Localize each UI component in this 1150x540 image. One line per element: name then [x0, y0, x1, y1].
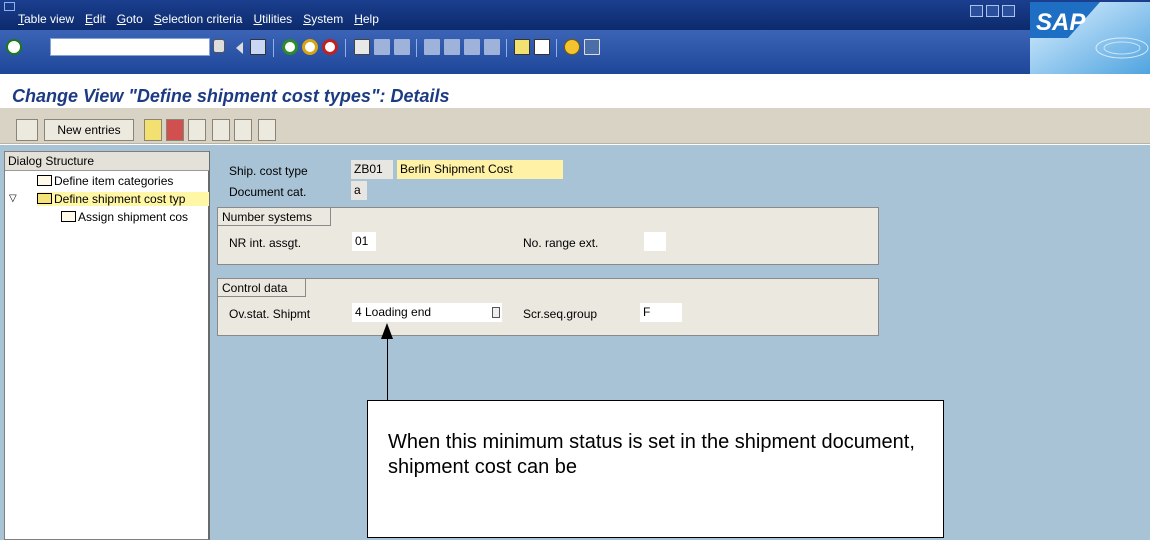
- toolbar-separator: [273, 39, 274, 57]
- value-help-icon[interactable]: [492, 307, 500, 318]
- folder-icon: [61, 211, 76, 222]
- main-area: Dialog Structure Define item categories …: [0, 145, 1150, 540]
- number-systems-title: Number systems: [218, 208, 332, 226]
- menu-help[interactable]: Help: [354, 12, 379, 26]
- close-icon[interactable]: [1002, 5, 1015, 17]
- find-icon[interactable]: [374, 39, 390, 55]
- help-icon[interactable]: [564, 39, 580, 55]
- menu-edit[interactable]: Edit: [85, 12, 106, 26]
- menu-table-view[interactable]: Table view: [18, 12, 74, 26]
- nr-int-assgt-input[interactable]: 01: [352, 232, 376, 251]
- back-icon[interactable]: [282, 39, 298, 55]
- expand-triangle-icon[interactable]: ▽: [9, 193, 17, 204]
- control-data-title: Control data: [218, 279, 307, 297]
- next-entry-icon[interactable]: [234, 119, 252, 141]
- control-data-group: Control data Ov.stat. Shipmt 4 Loading e…: [217, 278, 879, 336]
- document-cat-label: Document cat.: [229, 185, 307, 199]
- tree-item-label: Define item categories: [54, 174, 174, 188]
- last-page-icon[interactable]: [484, 39, 500, 55]
- annotation-callout: When this minimum status is set in the s…: [367, 400, 944, 538]
- undo-change-icon[interactable]: [188, 119, 206, 141]
- copy-as-icon[interactable]: [144, 119, 162, 141]
- delete-icon[interactable]: [166, 119, 184, 141]
- scr-seq-group-input[interactable]: F: [640, 303, 682, 322]
- nr-int-assgt-label: NR int. assgt.: [229, 236, 302, 250]
- create-session-icon[interactable]: [514, 39, 530, 55]
- back-arrow-icon[interactable]: [236, 42, 243, 54]
- find-next-icon[interactable]: [394, 39, 410, 55]
- command-history-icon[interactable]: [213, 39, 225, 53]
- page-title: Change View "Define shipment cost types"…: [12, 86, 450, 106]
- dialog-structure-header: Dialog Structure: [5, 152, 209, 171]
- scr-seq-group-label: Scr.seq.group: [523, 307, 598, 321]
- number-systems-group: Number systems NR int. assgt. 01 No. ran…: [217, 207, 879, 265]
- system-menu-icon[interactable]: [4, 2, 15, 11]
- ship-cost-type-label: Ship. cost type: [229, 164, 308, 178]
- open-folder-icon: [37, 193, 52, 204]
- ship-cost-type-description: Berlin Shipment Cost: [397, 160, 563, 179]
- menu-bar: Table view Edit Goto Selection criteria …: [0, 0, 1150, 30]
- sap-logo-text: SAP: [1036, 9, 1086, 36]
- toolbar-separator: [345, 39, 346, 57]
- tree-item-assign-shipment-cost[interactable]: Assign shipment cos: [61, 210, 209, 224]
- previous-page-icon[interactable]: [444, 39, 460, 55]
- menu-goto[interactable]: Goto: [117, 12, 143, 26]
- dialog-structure-panel: Dialog Structure Define item categories …: [4, 151, 210, 540]
- no-range-ext-input[interactable]: [644, 232, 666, 251]
- ov-stat-shipmt-select[interactable]: 4 Loading end: [352, 303, 502, 322]
- toolbar-separator: [556, 39, 557, 57]
- exit-icon[interactable]: [302, 39, 318, 55]
- sap-logo: SAP: [1030, 2, 1150, 74]
- menu-utilities[interactable]: Utilities: [253, 12, 292, 26]
- menu-system[interactable]: System: [303, 12, 343, 26]
- tree-item-define-item-categories[interactable]: Define item categories: [37, 174, 173, 188]
- callout-arrow-head: [381, 323, 393, 339]
- menu-list: Table view Edit Goto Selection criteria …: [18, 12, 390, 26]
- ship-cost-type-field: ZB01: [351, 160, 393, 179]
- folder-icon: [37, 175, 52, 186]
- display-change-icon[interactable]: [16, 119, 38, 141]
- save-icon[interactable]: [250, 39, 266, 55]
- callout-text: When this minimum status is set in the s…: [388, 431, 915, 478]
- no-range-ext-label: No. range ext.: [523, 236, 599, 250]
- application-toolbar: New entries: [0, 108, 1150, 144]
- toolbar-separator: [506, 39, 507, 57]
- callout-arrow-line: [387, 338, 388, 400]
- ov-stat-shipmt-label: Ov.stat. Shipmt: [229, 307, 311, 321]
- layout-menu-icon[interactable]: [584, 39, 600, 55]
- tree-item-label: Assign shipment cos: [78, 210, 189, 224]
- first-page-icon[interactable]: [424, 39, 440, 55]
- next-page-icon[interactable]: [464, 39, 480, 55]
- minimize-icon[interactable]: [970, 5, 983, 17]
- command-field[interactable]: [50, 38, 210, 56]
- other-entry-icon[interactable]: [258, 119, 276, 141]
- cancel-icon[interactable]: [322, 39, 338, 55]
- toolbar-separator: [416, 39, 417, 57]
- tree-item-label: Define shipment cost typ: [54, 192, 186, 206]
- menu-selection-criteria[interactable]: Selection criteria: [154, 12, 243, 26]
- standard-toolbar: [0, 30, 1150, 74]
- tree-item-define-shipment-cost-types[interactable]: Define shipment cost typ: [37, 192, 209, 206]
- print-icon[interactable]: [354, 39, 370, 55]
- new-entries-button[interactable]: New entries: [44, 119, 134, 141]
- create-shortcut-icon[interactable]: [534, 39, 550, 55]
- previous-entry-icon[interactable]: [212, 119, 230, 141]
- document-cat-field: a: [351, 181, 367, 200]
- maximize-icon[interactable]: [986, 5, 999, 17]
- enter-check-icon[interactable]: [6, 39, 22, 55]
- title-bar: Change View "Define shipment cost types"…: [0, 74, 1150, 108]
